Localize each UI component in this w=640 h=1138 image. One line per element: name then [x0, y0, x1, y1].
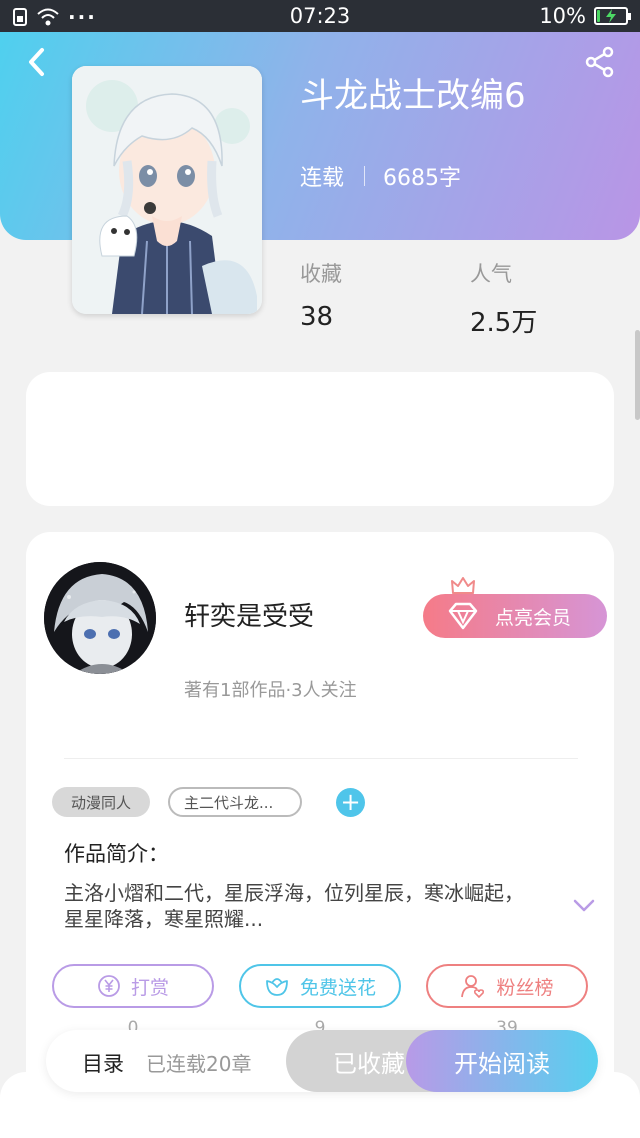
- avatar-illustration: [44, 562, 156, 674]
- reward-button[interactable]: 打赏: [52, 964, 214, 1008]
- diamond-icon: [448, 602, 478, 630]
- vip-button[interactable]: 点亮会员: [423, 594, 607, 638]
- book-status: 连载: [300, 166, 345, 191]
- fan-ranking-button[interactable]: 粉丝榜: [426, 964, 588, 1008]
- tag-keyword[interactable]: 主二代斗龙...: [168, 787, 302, 817]
- share-button[interactable]: [584, 46, 616, 78]
- stat-label: 收藏: [300, 262, 342, 286]
- share-icon: [585, 46, 614, 78]
- start-reading-label: 开始阅读: [454, 1049, 550, 1078]
- send-flower-label: 免费送花: [299, 976, 376, 999]
- status-icons-right: 10%: [539, 4, 631, 28]
- author-stats: 著有1部作品·3人关注: [184, 680, 357, 701]
- scrollbar[interactable]: [635, 330, 640, 420]
- book-title: 斗龙战士改编6: [300, 76, 526, 116]
- cover-illustration: [72, 66, 262, 314]
- stat-value: 38: [300, 302, 334, 332]
- avatar[interactable]: [44, 562, 156, 674]
- flower-icon: [266, 978, 288, 996]
- reward-label: 打赏: [130, 976, 169, 999]
- fan-ranking-label: 粉丝榜: [496, 976, 554, 999]
- toc-button[interactable]: 目录: [82, 1048, 124, 1078]
- crown-icon: [451, 577, 475, 594]
- intro-text: 主洛小熠和二代，星辰浮海，位列星辰，寒冰崛起，星星降落，寒星照耀...: [64, 881, 524, 931]
- bottom-action-bar: 目录 已连载20章 已收藏 开始阅读: [46, 1030, 598, 1092]
- tag-category[interactable]: 动漫同人: [52, 787, 150, 817]
- battery-percent: 10%: [539, 4, 586, 28]
- stat-value: 2.5万: [470, 308, 538, 338]
- status-bar: ··· 07:23 10%: [0, 0, 640, 32]
- battery-icon: [594, 7, 631, 25]
- chapter-count: 已连载20章: [146, 1052, 252, 1076]
- meta-divider: [364, 166, 366, 186]
- divider: [64, 758, 578, 759]
- stat-label: 人气: [470, 262, 512, 286]
- send-flower-button[interactable]: 免费送花: [239, 964, 401, 1008]
- author-name[interactable]: 轩奕是受受: [184, 596, 314, 633]
- chevron-down-icon[interactable]: [572, 898, 596, 914]
- plus-icon: +: [340, 788, 361, 816]
- user-heart-icon: [461, 975, 485, 999]
- intro-label: 作品简介：: [64, 842, 169, 866]
- book-word-count: 6685字: [383, 166, 462, 191]
- collected-label: 已收藏: [333, 1049, 405, 1078]
- book-cover[interactable]: [72, 66, 262, 314]
- back-button[interactable]: [22, 44, 52, 80]
- back-icon: [29, 48, 44, 76]
- book-meta: 连载 6685字: [300, 160, 461, 192]
- vip-button-label: 点亮会员: [495, 606, 572, 629]
- yuan-icon: [98, 975, 120, 997]
- add-tag-button[interactable]: +: [336, 788, 365, 817]
- stat-favorites: 收藏 38: [300, 258, 342, 332]
- stat-popularity: 人气 2.5万: [470, 258, 537, 339]
- empty-card: [26, 372, 614, 506]
- start-reading-button[interactable]: 开始阅读: [406, 1030, 598, 1092]
